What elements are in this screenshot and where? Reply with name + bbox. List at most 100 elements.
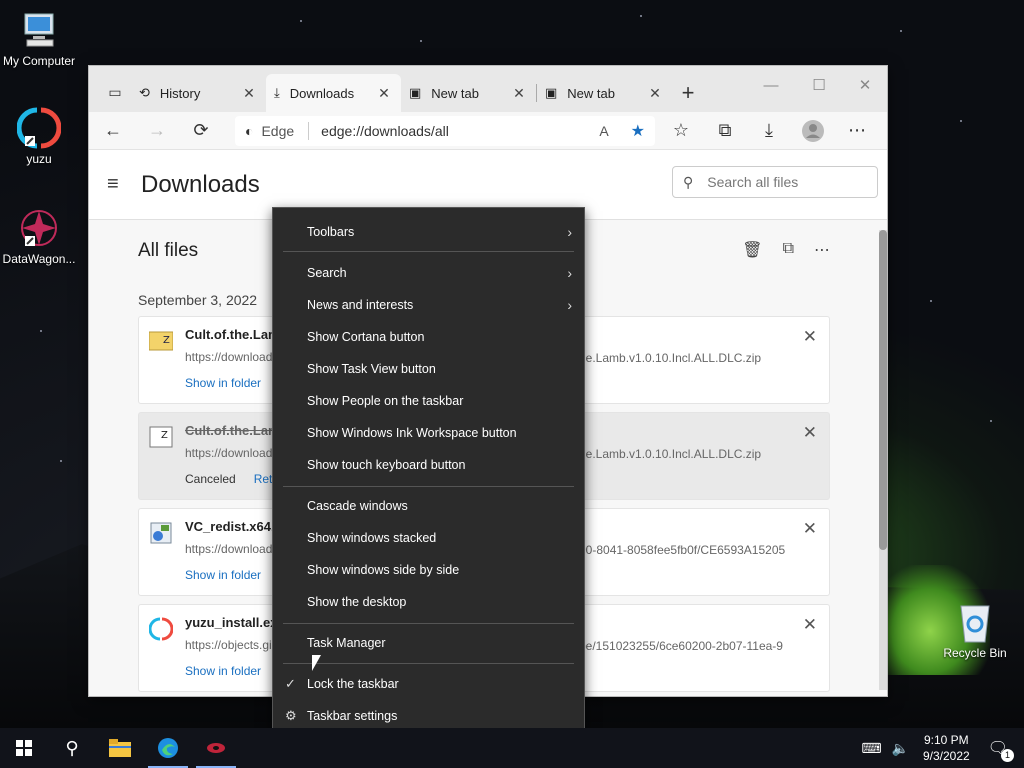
notifications-icon[interactable]: 🗨 1 bbox=[988, 738, 1014, 762]
desktop-icon-yuzu[interactable]: yuzu bbox=[2, 106, 76, 166]
menu-item-show-ink-workspace[interactable]: Show Windows Ink Workspace button bbox=[307, 422, 574, 444]
network-icon[interactable]: ⌨ bbox=[861, 740, 881, 757]
menu-item-label: Show Cortana button bbox=[307, 330, 425, 344]
more-actions-icon[interactable]: ⋯ bbox=[814, 240, 830, 260]
history-icon: ⟲ bbox=[139, 85, 150, 100]
tab-label: History bbox=[159, 85, 201, 101]
menu-item-label: Show Windows Ink Workspace button bbox=[307, 426, 517, 440]
delete-all-icon[interactable]: 🗑 bbox=[742, 240, 762, 260]
clock-date: 9/3/2022 bbox=[922, 749, 970, 763]
menu-item-label: Show touch keyboard button bbox=[307, 458, 466, 472]
edge-logo-icon: ◐ bbox=[245, 122, 254, 139]
search-icon: ⚲ bbox=[683, 173, 694, 190]
address-site-label: Edge bbox=[261, 122, 295, 139]
menu-item-task-manager[interactable]: Task Manager bbox=[307, 632, 574, 654]
favorites-icon[interactable]: ☆ bbox=[665, 115, 697, 147]
menu-item-show-windows-side-by-side[interactable]: Show windows side by side bbox=[307, 559, 574, 581]
remove-item-icon[interactable]: ✕ bbox=[803, 615, 817, 635]
menu-separator bbox=[283, 663, 574, 664]
menu-hamburger-icon[interactable]: ≡ bbox=[107, 173, 127, 196]
computer-icon bbox=[17, 8, 61, 52]
close-tab-icon[interactable]: ✕ bbox=[240, 85, 258, 102]
chevron-right-icon: › bbox=[567, 224, 572, 240]
new-tab-plus-icon[interactable]: + bbox=[672, 77, 704, 109]
menu-item-toolbars[interactable]: Toolbars › bbox=[307, 221, 574, 243]
menu-item-show-windows-stacked[interactable]: Show windows stacked bbox=[307, 527, 574, 549]
tab-actions-icon[interactable]: ▭ bbox=[99, 76, 131, 108]
menu-item-show-task-view-button[interactable]: Show Task View button bbox=[307, 358, 574, 380]
favorite-star-icon[interactable]: ★ bbox=[631, 121, 645, 141]
close-window-icon[interactable]: ✕ bbox=[843, 72, 887, 98]
desktop-icon-recycle-bin[interactable]: Recycle Bin bbox=[938, 600, 1012, 660]
desktop-icon-label: Recycle Bin bbox=[943, 646, 1007, 660]
start-windows-icon[interactable] bbox=[0, 728, 48, 768]
browser-toolbar: ← → ⟳ ◐ Edge edge://downloads/all A ★ ☆ … bbox=[89, 112, 887, 150]
remove-item-icon[interactable]: ✕ bbox=[803, 327, 817, 347]
status-canceled: Canceled bbox=[185, 472, 236, 486]
tab-history[interactable]: ⟲ History ✕ bbox=[131, 74, 266, 112]
menu-item-label: Show Task View button bbox=[307, 362, 436, 376]
menu-item-lock-the-taskbar[interactable]: ✓ Lock the taskbar bbox=[285, 673, 574, 695]
notification-badge: 1 bbox=[1001, 749, 1014, 762]
page-title: Downloads bbox=[141, 170, 260, 198]
file-url-tail: be/151023255/6ce60200-2b07-11ea-9 bbox=[579, 639, 783, 653]
menu-separator bbox=[283, 251, 574, 252]
installer-file-icon bbox=[149, 521, 173, 545]
collections-icon[interactable]: ⧉ bbox=[709, 115, 741, 147]
search-input[interactable]: ⚲ Search all files bbox=[672, 166, 878, 198]
app-taskbar-icon[interactable] bbox=[192, 728, 240, 768]
menu-item-label: Cascade windows bbox=[307, 499, 408, 513]
yuzu-icon bbox=[17, 106, 61, 150]
menu-item-search[interactable]: Search › bbox=[307, 262, 574, 284]
gear-icon: ⚙ bbox=[285, 708, 297, 723]
address-bar[interactable]: ◐ Edge edge://downloads/all A ★ bbox=[235, 115, 655, 146]
clock-time: 9:10 PM bbox=[923, 733, 969, 747]
menu-item-show-people[interactable]: Show People on the taskbar bbox=[307, 390, 574, 412]
menu-item-label: Task Manager bbox=[307, 636, 386, 650]
page-scrollbar[interactable] bbox=[879, 230, 887, 690]
profile-avatar-icon[interactable] bbox=[797, 115, 829, 147]
downloads-toolbar-icon[interactable]: ⤓ bbox=[753, 115, 785, 147]
remove-item-icon[interactable]: ✕ bbox=[803, 519, 817, 539]
menu-item-show-cortana-button[interactable]: Show Cortana button bbox=[307, 326, 574, 348]
download-icon: ⤓ bbox=[274, 85, 280, 100]
tab-downloads[interactable]: ⤓ Downloads ✕ bbox=[266, 74, 401, 112]
volume-icon[interactable]: 🔈 bbox=[892, 740, 909, 757]
close-tab-icon[interactable]: ✕ bbox=[646, 85, 664, 102]
address-url[interactable]: edge://downloads/all bbox=[321, 123, 599, 139]
menu-separator bbox=[283, 486, 574, 487]
edge-taskbar-icon[interactable] bbox=[144, 728, 192, 768]
address-divider bbox=[308, 121, 310, 140]
desktop-icon-datawagon[interactable]: DataWagon... bbox=[2, 206, 76, 266]
yuzu-file-icon bbox=[148, 617, 174, 641]
clock[interactable]: 9:10 PM 9/3/2022 bbox=[923, 732, 970, 764]
tab-strip: ▭ ⟲ History ✕ ⤓ Downloads ✕ ▣ New tab ✕ … bbox=[89, 66, 887, 112]
menu-item-show-the-desktop[interactable]: Show the desktop bbox=[307, 591, 574, 613]
menu-item-cascade-windows[interactable]: Cascade windows bbox=[307, 495, 574, 517]
read-aloud-icon[interactable]: A bbox=[599, 123, 608, 139]
menu-item-news-and-interests[interactable]: News and interests › bbox=[307, 294, 574, 316]
more-options-icon[interactable]: ⋯ bbox=[841, 115, 873, 147]
refresh-icon[interactable]: ⟳ bbox=[185, 115, 217, 147]
menu-item-show-touch-keyboard[interactable]: Show touch keyboard button bbox=[307, 454, 574, 476]
file-url-tail: 90-8041-8058fee5fb0f/CE6593A15205 bbox=[579, 543, 786, 557]
file-explorer-icon[interactable] bbox=[96, 728, 144, 768]
tab-new-tab-1[interactable]: ▣ New tab ✕ bbox=[401, 74, 536, 112]
close-tab-icon[interactable]: ✕ bbox=[510, 85, 528, 102]
open-folder-icon[interactable]: ⧉ bbox=[783, 240, 794, 260]
minimize-icon[interactable]: — bbox=[749, 72, 793, 98]
remove-item-icon[interactable]: ✕ bbox=[803, 423, 817, 443]
search-icon[interactable]: ⚲ bbox=[48, 728, 96, 768]
tab-new-tab-2[interactable]: ▣ New tab ✕ bbox=[537, 74, 672, 112]
maximize-icon[interactable]: ☐ bbox=[797, 72, 841, 98]
menu-item-label: Toolbars bbox=[307, 225, 355, 239]
back-arrow-icon[interactable]: ← bbox=[97, 115, 129, 147]
scrollbar-thumb[interactable] bbox=[879, 230, 887, 550]
menu-item-taskbar-settings[interactable]: ⚙ Taskbar settings bbox=[285, 705, 574, 727]
forward-arrow-icon[interactable]: → bbox=[141, 115, 173, 147]
menu-item-label: Show the desktop bbox=[307, 595, 407, 609]
close-tab-icon[interactable]: ✕ bbox=[375, 85, 393, 102]
list-actions: 🗑 ⧉ ⋯ bbox=[742, 240, 830, 260]
zip-file-icon: Z bbox=[149, 425, 173, 449]
desktop-icon-my-computer[interactable]: My Computer bbox=[2, 8, 76, 68]
